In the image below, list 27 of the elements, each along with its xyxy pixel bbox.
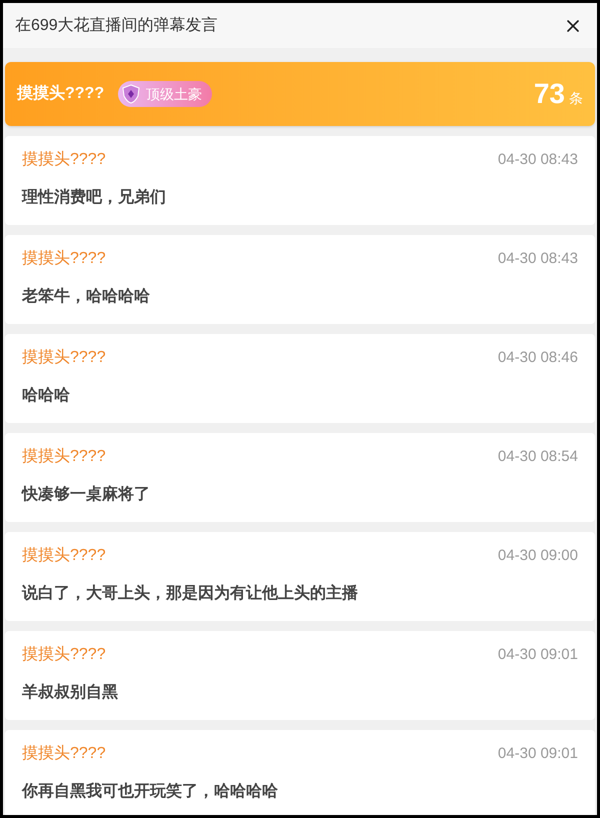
message-text: 你再自黑我可也开玩笑了，哈哈哈哈 xyxy=(22,782,279,802)
user-name: 摸摸头???? xyxy=(22,150,106,170)
count-unit: 条 xyxy=(569,89,583,108)
shield-icon xyxy=(120,83,142,105)
message-text: 快凑够一桌麻将了 xyxy=(22,484,151,505)
message-text: 说白了，大哥上头，那是因为有让他上头的主播 xyxy=(22,583,359,604)
rank-badge: 顶级土豪 xyxy=(118,81,212,107)
window-title: 在699大花直播间的弹幕发言 xyxy=(15,16,218,36)
message-time: 04-30 08:43 xyxy=(498,248,578,269)
message-text: 羊叔叔别自黑 xyxy=(22,682,119,703)
user-name: 摸摸头???? xyxy=(22,744,106,764)
user-name: 摸摸头???? xyxy=(17,84,104,104)
user-name: 摸摸头???? xyxy=(22,644,106,665)
message-time: 04-30 09:01 xyxy=(498,644,578,665)
user-name: 摸摸头???? xyxy=(22,546,106,566)
message-text: 老笨牛，哈哈哈哈 xyxy=(22,286,151,307)
user-name: 摸摸头???? xyxy=(22,248,106,269)
message-time: 04-30 09:01 xyxy=(498,744,578,764)
message-text: 理性消费吧，兄弟们 xyxy=(22,188,167,208)
user-name: 摸摸头???? xyxy=(22,446,106,467)
message-time: 04-30 08:54 xyxy=(498,446,578,467)
message-time: 04-30 08:46 xyxy=(498,348,578,368)
message-time: 04-30 08:43 xyxy=(498,150,578,170)
message-time: 04-30 09:00 xyxy=(498,546,578,566)
message-count: 73 xyxy=(534,77,565,111)
user-name: 摸摸头???? xyxy=(22,348,106,368)
message-text: 哈哈哈 xyxy=(22,386,71,406)
